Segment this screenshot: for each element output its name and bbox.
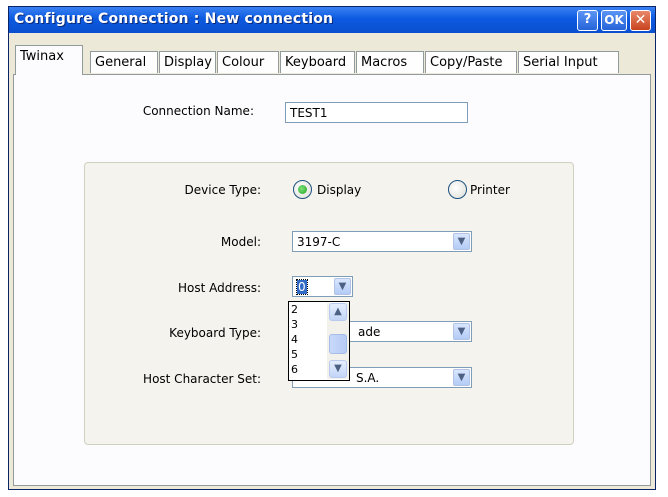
model-value: 3197-C: [297, 235, 341, 249]
chevron-down-icon[interactable]: ▼: [453, 233, 470, 250]
keyboard-type-value: ade: [358, 325, 381, 339]
device-type-printer-radio[interactable]: [448, 180, 467, 199]
list-item[interactable]: 4: [291, 333, 298, 346]
chevron-down-icon[interactable]: ▼: [453, 369, 470, 386]
window-title: Configure Connection : New connection: [14, 11, 334, 27]
tab-display[interactable]: Display: [159, 51, 216, 73]
scrollbar-thumb[interactable]: [329, 334, 347, 354]
tab-strip: Twinax General Display Colour Keyboard M…: [13, 45, 653, 75]
host-address-dropdown-list[interactable]: 2 3 4 5 6 ▲ ▼: [288, 301, 350, 381]
model-label: Model:: [220, 235, 261, 249]
ok-button[interactable]: OK: [601, 10, 627, 31]
host-address-value: 0: [296, 279, 308, 295]
list-item[interactable]: 2: [291, 303, 298, 316]
tab-macros[interactable]: Macros: [356, 51, 424, 73]
help-button[interactable]: ?: [577, 10, 598, 31]
host-address-label: Host Address:: [178, 281, 261, 295]
chevron-down-icon[interactable]: ▼: [453, 323, 470, 340]
chevron-down-icon[interactable]: ▼: [329, 360, 347, 378]
device-type-label: Device Type:: [184, 183, 261, 197]
tab-serial-input[interactable]: Serial Input: [518, 51, 619, 73]
host-charset-value: S.A.: [356, 371, 380, 385]
tab-twinax[interactable]: Twinax: [15, 45, 83, 75]
connection-name-input[interactable]: TEST1: [285, 102, 468, 123]
host-charset-label: Host Character Set:: [143, 372, 261, 386]
list-item[interactable]: 5: [291, 348, 298, 361]
keyboard-type-label: Keyboard Type:: [169, 326, 261, 340]
device-type-display-radio[interactable]: [293, 180, 312, 199]
tab-general[interactable]: General: [90, 51, 158, 73]
dropdown-scrollbar[interactable]: ▲ ▼: [327, 303, 349, 379]
twinax-tab-panel: Connection Name: TEST1 Device Type: Disp…: [13, 74, 651, 486]
chevron-down-icon[interactable]: ▼: [334, 278, 351, 295]
chevron-up-icon[interactable]: ▲: [329, 303, 347, 321]
device-type-printer-label[interactable]: Printer: [470, 183, 510, 197]
list-item[interactable]: 3: [291, 318, 298, 331]
configure-connection-window: Configure Connection : New connection ? …: [8, 6, 656, 490]
host-address-select[interactable]: 0 ▼: [292, 276, 353, 297]
list-item[interactable]: 6: [291, 363, 298, 376]
tab-colour[interactable]: Colour: [217, 51, 279, 73]
radio-selected-dot: [298, 185, 307, 194]
model-select[interactable]: 3197-C ▼: [292, 231, 472, 252]
connection-name-label: Connection Name:: [142, 104, 254, 118]
tab-keyboard[interactable]: Keyboard: [280, 51, 355, 73]
device-type-display-label[interactable]: Display: [317, 183, 361, 197]
close-button[interactable]: ✕: [630, 10, 651, 31]
title-bar[interactable]: Configure Connection : New connection ? …: [9, 7, 655, 33]
tab-copy-paste[interactable]: Copy/Paste: [425, 51, 517, 73]
